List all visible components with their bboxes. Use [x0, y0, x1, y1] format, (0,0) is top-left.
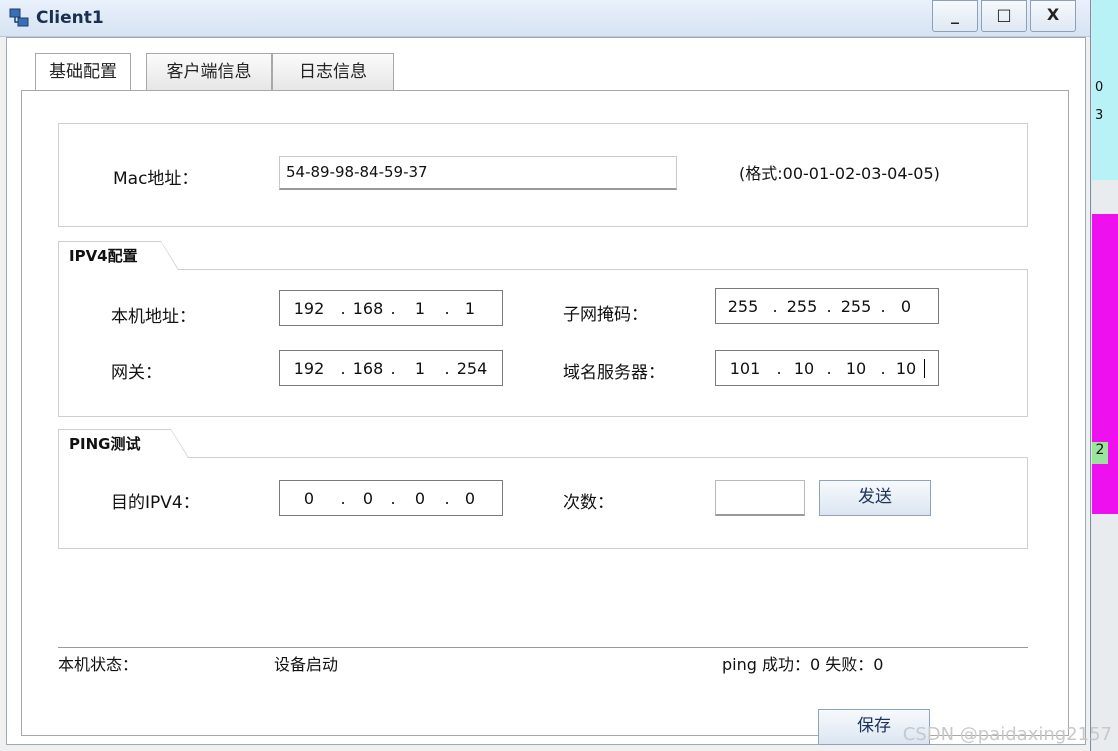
- background-label: 3: [1095, 108, 1104, 123]
- ipv4-section-title: IPV4配置: [69, 247, 138, 265]
- status-divider: [58, 647, 1028, 648]
- dns-server-octets: 101. 10. 10. 10: [716, 351, 938, 385]
- client-area: 基础配置 客户端信息 日志信息 Mac地址： 54-89-98-84-59-37…: [6, 37, 1086, 745]
- octet-1[interactable]: 192: [280, 359, 338, 378]
- octet-4[interactable]: 254: [452, 359, 492, 378]
- close-button[interactable]: X: [1030, 0, 1076, 32]
- mac-format-hint: (格式:00-01-02-03-04-05): [739, 164, 940, 183]
- octet-2[interactable]: 168: [348, 359, 388, 378]
- local-address-octets: 192. 168. 1. 1: [280, 291, 502, 325]
- local-address-field[interactable]: 192. 168. 1. 1: [279, 290, 503, 326]
- octet-3[interactable]: 0: [398, 489, 442, 508]
- ping-destination-field[interactable]: 0. 0. 0. 0: [279, 480, 503, 516]
- octet-4[interactable]: 1: [452, 299, 488, 318]
- maximize-button[interactable]: □: [981, 0, 1027, 32]
- basic-config-panel: Mac地址： 54-89-98-84-59-37 (格式:00-01-02-03…: [21, 90, 1069, 745]
- background-label: 0: [1095, 80, 1104, 95]
- octet-3[interactable]: 1: [398, 299, 442, 318]
- octet-2[interactable]: 10: [784, 359, 824, 378]
- gateway-field[interactable]: 192. 168. 1. 254: [279, 350, 503, 386]
- octet-2[interactable]: 168: [348, 299, 388, 318]
- ping-destination-octets: 0. 0. 0. 0: [280, 481, 502, 515]
- mac-label: Mac地址：: [113, 169, 199, 189]
- ping-section-title: PING测试: [69, 435, 141, 453]
- octet-1[interactable]: 0: [280, 489, 338, 508]
- send-button[interactable]: 发送: [819, 480, 931, 516]
- ipv4-section: IPV4配置 本机地址： 192. 168. 1. 1 子网掩码： 255. 2…: [58, 241, 1028, 417]
- background-green-badge: 2: [1092, 442, 1108, 464]
- subnet-mask-octets: 255. 255. 255. 0: [716, 289, 938, 323]
- ping-count-label: 次数：: [563, 493, 614, 513]
- octet-2[interactable]: 0: [348, 489, 388, 508]
- watermark: CSDN @paidaxing2157: [902, 724, 1112, 745]
- ipv4-section-tab: IPV4配置: [58, 241, 179, 270]
- octet-2[interactable]: 255: [780, 297, 824, 316]
- title-bar[interactable]: Client1 _ □ X: [0, 0, 1090, 37]
- octet-4[interactable]: 0: [888, 297, 924, 316]
- dns-server-label: 域名服务器：: [563, 363, 665, 383]
- minimize-button[interactable]: _: [932, 0, 978, 32]
- gateway-label: 网关：: [111, 363, 162, 383]
- octet-1[interactable]: 255: [716, 297, 770, 316]
- octet-3[interactable]: 1: [398, 359, 442, 378]
- device-status-value: 设备启动: [274, 655, 339, 674]
- tab-log-info[interactable]: 日志信息: [272, 53, 394, 92]
- background-topology-strip: 0 3 2: [1092, 0, 1118, 751]
- device-status-label: 本机状态：: [58, 655, 139, 674]
- ping-section-tab: PING测试: [58, 429, 189, 458]
- gateway-octets: 192. 168. 1. 254: [280, 351, 502, 385]
- ping-result-text: ping 成功：0 失败：0: [722, 655, 884, 674]
- octet-1[interactable]: 101: [716, 359, 774, 378]
- subnet-mask-label: 子网掩码：: [563, 305, 648, 325]
- ping-count-field[interactable]: [715, 480, 805, 516]
- tab-basic-config[interactable]: 基础配置: [35, 53, 131, 93]
- tab-client-info[interactable]: 客户端信息: [146, 53, 272, 92]
- subnet-mask-field[interactable]: 255. 255. 255. 0: [715, 288, 939, 324]
- octet-4[interactable]: 10: [888, 358, 925, 378]
- octet-4[interactable]: 0: [452, 489, 488, 508]
- background-magenta-area: [1092, 214, 1118, 514]
- octet-3[interactable]: 255: [834, 297, 878, 316]
- client-app-icon: [9, 8, 29, 27]
- client-window: Client1 _ □ X 基础配置 客户端信息 日志信息 Mac地址： 54-…: [0, 0, 1091, 751]
- mac-address-field[interactable]: 54-89-98-84-59-37: [279, 156, 677, 190]
- window-title: Client1: [36, 8, 104, 28]
- ping-destination-label: 目的IPV4：: [111, 493, 200, 513]
- ping-section: PING测试 目的IPV4： 0. 0. 0. 0 次数： 发送: [58, 429, 1028, 549]
- local-address-label: 本机地址：: [111, 307, 196, 327]
- octet-1[interactable]: 192: [280, 299, 338, 318]
- mac-section: Mac地址： 54-89-98-84-59-37 (格式:00-01-02-03…: [58, 123, 1028, 227]
- dns-server-field[interactable]: 101. 10. 10. 10: [715, 350, 939, 386]
- octet-3[interactable]: 10: [834, 359, 878, 378]
